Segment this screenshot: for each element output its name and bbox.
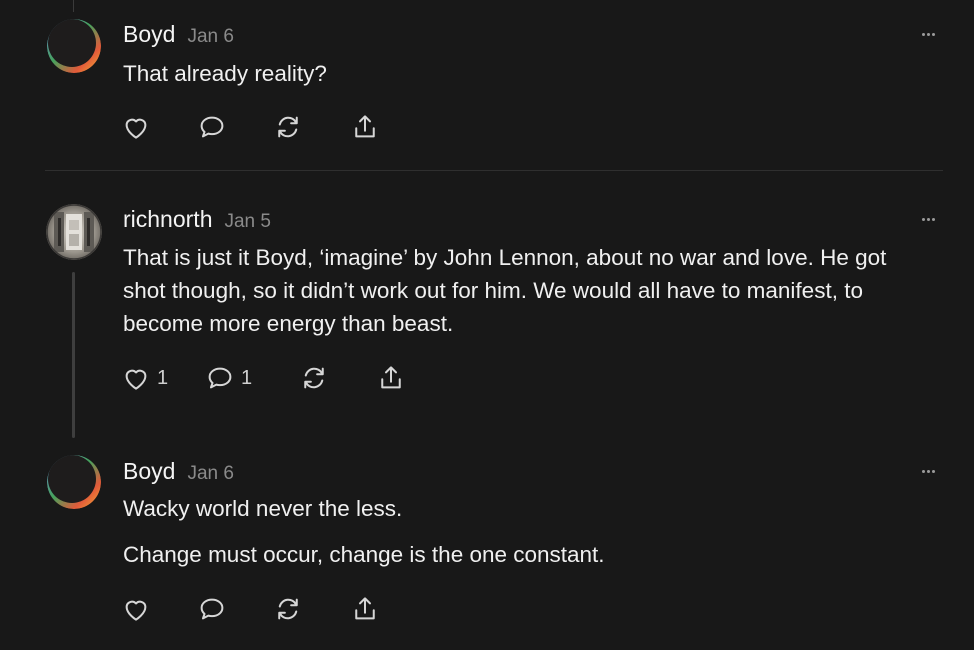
restack-button[interactable] [273,112,303,142]
more-options-button[interactable] [916,465,940,475]
comment-paragraph: That is just it Boyd, ‘imagine’ by John … [123,245,887,336]
restack-icon [278,598,298,620]
like-count: 1 [157,366,169,389]
like-button[interactable] [121,112,151,142]
share-icon [355,597,375,620]
heart-icon [125,118,147,139]
reply-button[interactable] [197,594,227,624]
reply-count: 1 [241,366,253,389]
comment-paragraph: Change must occur, change is the one con… [123,542,605,567]
comment: Boyd Jan 6 Wacky world never the less. Ch… [0,441,974,650]
author-name[interactable]: Boyd [123,458,175,484]
share-icon [355,115,375,138]
comment-body: Wacky world never the less. Change must … [123,492,923,571]
thread-line [72,272,75,438]
heart-icon [125,369,147,390]
restack-button[interactable] [299,363,329,393]
share-icon [381,366,401,389]
comment-author[interactable]: richnorth Jan 5 [123,206,271,233]
more-icon [921,32,925,36]
more-options-button[interactable] [916,28,940,38]
comment: Boyd Jan 6 That already reality? [0,0,974,170]
like-button[interactable] [121,594,151,624]
avatar[interactable] [47,455,101,509]
comment-icon [208,367,232,389]
avatar[interactable] [46,204,102,260]
comment-author[interactable]: Boyd Jan 6 [123,21,234,48]
more-icon [921,217,925,221]
comment-paragraph: Wacky world never the less. [123,496,403,521]
comment: richnorth Jan 5 That is just it Boyd, ‘im… [0,171,974,441]
comment-body: That is just it Boyd, ‘imagine’ by John … [123,241,923,340]
comment-icon [200,116,224,138]
share-button[interactable] [350,112,380,142]
reply-button[interactable] [197,112,227,142]
heart-icon [125,600,147,621]
avatar[interactable] [47,19,101,73]
restack-icon [278,116,298,138]
share-button[interactable] [350,594,380,624]
restack-icon [304,367,324,389]
more-icon [921,469,925,473]
comment-author[interactable]: Boyd Jan 6 [123,458,234,485]
comment-paragraph: That already reality? [123,61,327,86]
comment-date[interactable]: Jan 6 [187,26,233,47]
restack-button[interactable] [273,594,303,624]
author-name[interactable]: richnorth [123,206,212,232]
comment-icon [200,598,224,620]
more-options-button[interactable] [916,213,940,223]
comment-date[interactable]: Jan 5 [224,211,270,232]
like-button[interactable]: 1 [121,363,168,393]
share-button[interactable] [376,363,406,393]
comment-body: That already reality? [123,57,923,90]
author-name[interactable]: Boyd [123,21,175,47]
comment-date[interactable]: Jan 6 [187,463,233,484]
reply-button[interactable]: 1 [205,363,252,393]
